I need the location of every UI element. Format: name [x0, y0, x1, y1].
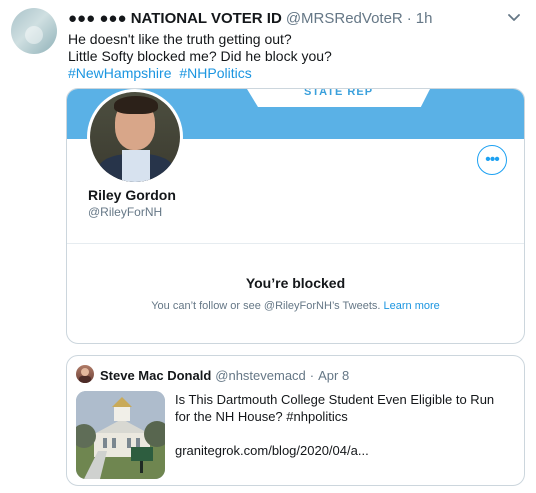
tweet-header: ●●● ●●● NATIONAL VOTER ID @MRSRedVoteR ·… — [68, 8, 432, 28]
profile-photo-shirt — [122, 150, 150, 182]
hashtag-newhampshire[interactable]: #NewHampshire — [68, 65, 171, 81]
learn-more-link[interactable]: Learn more — [384, 300, 440, 312]
author-display-name[interactable]: ●●● ●●● NATIONAL VOTER ID — [68, 10, 282, 27]
quoted-tweet-date[interactable]: Apr 8 — [318, 368, 349, 383]
quoted-author-handle[interactable]: @nhstevemacd — [215, 368, 306, 383]
profile-handle[interactable]: @RileyForNH — [88, 205, 162, 219]
profile-photo-hair — [114, 96, 158, 114]
profile-name[interactable]: Riley Gordon — [88, 187, 176, 203]
quoted-tweet-header: Steve Mac Donald @nhstevemacd · Apr 8 — [100, 366, 349, 384]
blocked-title: You’re blocked — [245, 275, 346, 291]
tweet[interactable]: ●●● ●●● NATIONAL VOTER ID @MRSRedVoteR ·… — [0, 0, 536, 493]
tweet-text-line-1: He doesn't like the truth getting out? — [68, 31, 292, 47]
hashtag-nhpolitics[interactable]: #NHPolitics — [179, 65, 251, 81]
banner-sign: STATE REP — [247, 89, 430, 107]
hashtags: #NewHampshire #NHPolitics — [68, 64, 252, 82]
quoted-text-line-2: for the NH House? #nhpolitics — [175, 409, 348, 424]
tweet-text-line-2: Little Softy blocked me? Did he block yo… — [68, 48, 332, 64]
blocked-message-row: You can’t follow or see @RileyForNH’s Tw… — [67, 300, 524, 312]
more-options-icon: ••• — [485, 151, 500, 168]
quoted-author-avatar[interactable] — [76, 365, 94, 383]
quoted-author-name[interactable]: Steve Mac Donald — [100, 368, 211, 383]
blocked-profile-card[interactable]: STATE REP ••• Riley Gordon @RileyForNH Y… — [66, 88, 525, 344]
quoted-link[interactable]: granitegrok.com/blog/2020/04/a... — [175, 443, 369, 459]
more-options-button[interactable]: ••• — [477, 145, 507, 175]
quoted-separator-dot: · — [309, 367, 315, 383]
profile-avatar[interactable] — [87, 89, 183, 185]
quoted-tweet[interactable]: Steve Mac Donald @nhstevemacd · Apr 8 Is… — [66, 355, 525, 486]
quoted-text-line-1: Is This Dartmouth College Student Even E… — [175, 392, 495, 407]
author-handle[interactable]: @MRSRedVoteR — [286, 10, 403, 27]
tweet-time[interactable]: 1h — [416, 10, 433, 27]
profile-photo — [90, 92, 180, 182]
author-avatar[interactable] — [11, 8, 57, 54]
card-divider — [67, 243, 524, 244]
separator-dot: · — [406, 9, 412, 27]
chevron-down-icon[interactable] — [506, 9, 522, 25]
blocked-message: You can’t follow or see @RileyForNH’s Tw… — [151, 300, 381, 312]
building-photo-icon[interactable] — [76, 391, 165, 479]
